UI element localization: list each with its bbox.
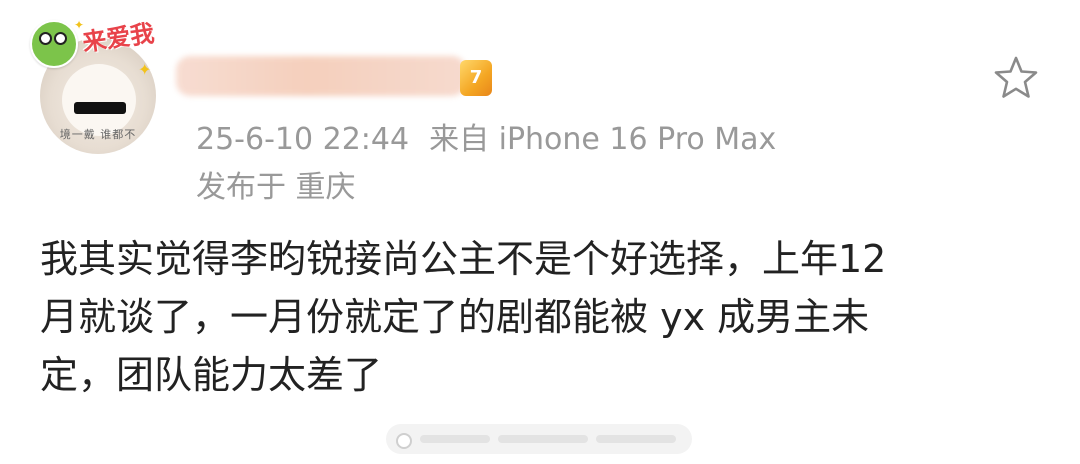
favorite-button[interactable] <box>992 54 1040 102</box>
watermark-bar <box>420 435 490 443</box>
post-body-line: 定，团队能力太差了 <box>40 353 383 397</box>
post-source-device: 来自 iPhone 16 Pro Max <box>429 122 777 157</box>
frog-sticker-icon <box>30 20 78 68</box>
watermark-logo-icon <box>396 433 412 449</box>
post-timestamp: 25-6-10 22:44 <box>196 122 410 157</box>
sunglasses-decoration <box>74 102 126 114</box>
sparkle-icon: ✦ <box>138 60 152 79</box>
username-redacted[interactable] <box>176 56 466 96</box>
avatar-sticker-text: 来爱我 <box>80 19 156 57</box>
watermark-bar <box>596 435 676 443</box>
sparkle-icon: ✦ <box>74 18 85 32</box>
star-icon <box>994 56 1038 98</box>
avatar-caption: 境一戴 谁都不 <box>59 128 137 141</box>
watermark-bar <box>498 435 588 443</box>
post-location: 发布于 重庆 <box>196 170 356 205</box>
post-meta: 25-6-10 22:44 来自 iPhone 16 Pro Max <box>196 114 776 158</box>
post-body-line: 月就谈了，一月份就定了的剧都能被 yx 成男主未 <box>40 295 870 339</box>
post-body-text: 我其实觉得李昀锐接尚公主不是个好选择，上年12 月就谈了，一月份就定了的剧都能被… <box>40 230 1030 404</box>
vip-level-badge: 7 <box>460 60 492 96</box>
watermark-redacted <box>386 424 692 454</box>
post-body-line: 我其实觉得李昀锐接尚公主不是个好选择，上年12 <box>40 237 887 281</box>
